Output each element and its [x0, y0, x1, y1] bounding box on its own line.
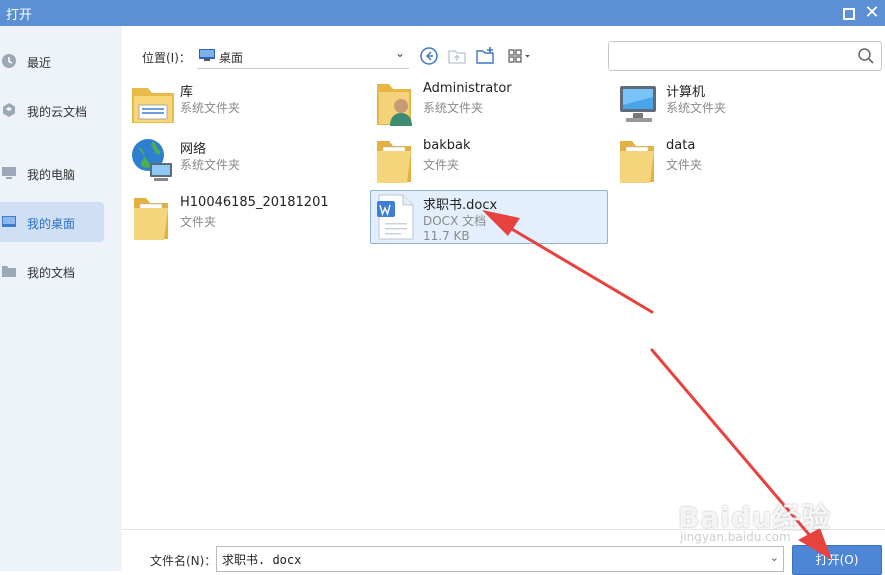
up-folder-icon[interactable]	[446, 45, 468, 67]
file-type: 文件夹	[423, 158, 460, 172]
file-item-administrator[interactable]: Administrator 系统文件夹	[371, 78, 609, 130]
file-name: 求职书.docx	[423, 198, 498, 213]
file-item-computer[interactable]: 计算机 系统文件夹	[614, 78, 852, 130]
file-item-data[interactable]: data 文件夹	[614, 135, 852, 187]
search-icon[interactable]	[857, 47, 875, 65]
back-icon[interactable]	[418, 45, 440, 67]
folder-icon	[2, 266, 16, 277]
file-item-bakbak[interactable]: bakbak 文件夹	[371, 135, 609, 187]
file-type: 文件夹	[666, 158, 703, 172]
file-type: DOCX 文档	[423, 214, 487, 228]
file-item-network[interactable]: 网络 系统文件夹	[128, 135, 366, 187]
cloud-doc-icon	[3, 103, 15, 117]
file-size: 11.7 KB	[423, 229, 470, 243]
clock-icon	[2, 54, 16, 68]
sidebar-item-label: 我的桌面	[27, 217, 76, 231]
user-folder-icon	[377, 84, 412, 126]
file-item-library[interactable]: 库 系统文件夹	[128, 78, 366, 130]
sidebar-item-label: 我的云文档	[27, 105, 88, 119]
sidebar-item-label: 我的文档	[27, 266, 76, 280]
file-browser: 位置(I)： 桌面 ⌄ 库 系统文件夹 Administrator 系统文件夹 …	[122, 26, 885, 575]
new-folder-icon[interactable]	[474, 45, 496, 67]
sidebar-item-my-computer[interactable]: 我的电脑	[0, 153, 104, 193]
watermark-url: jingyan.baidu.com	[680, 530, 791, 544]
title-bar: 打开 ✕	[0, 0, 885, 26]
watermark: Baidu经验 jingyan.baidu.com	[678, 496, 831, 544]
file-type: 文件夹	[180, 215, 217, 229]
file-name: Administrator	[423, 81, 512, 96]
view-mode-icon[interactable]	[506, 45, 534, 67]
desktop-icon	[2, 216, 16, 227]
maximize-button[interactable]	[838, 3, 858, 23]
sidebar-item-label: 最近	[27, 56, 52, 70]
location-value: 桌面	[219, 51, 244, 65]
file-type: 系统文件夹	[180, 101, 241, 115]
folder-icon	[134, 198, 168, 240]
folder-icon	[377, 141, 411, 183]
file-type: 系统文件夹	[423, 101, 484, 115]
folder-icon	[620, 141, 654, 183]
file-item-resume-docx[interactable]: 求职书.docx DOCX 文档 11.7 KB	[370, 190, 608, 244]
sidebar-item-label: 我的电脑	[27, 168, 76, 182]
search-field[interactable]	[608, 41, 882, 71]
chevron-down-icon: ⌄	[394, 46, 405, 60]
sidebar-item-cloud-docs[interactable]: 我的云文档	[0, 90, 104, 130]
filename-field[interactable]: ⌄	[216, 546, 784, 572]
chevron-down-icon[interactable]: ⌄	[770, 551, 779, 564]
file-type: 系统文件夹	[180, 158, 241, 172]
location-dropdown[interactable]: 桌面 ⌄	[197, 42, 409, 69]
computer-icon	[2, 167, 16, 179]
close-button[interactable]: ✕	[862, 3, 882, 23]
search-input[interactable]	[615, 46, 849, 66]
filename-input[interactable]	[220, 550, 764, 569]
file-name: H10046185_20181201	[180, 195, 329, 210]
filename-label: 文件名(N)：	[150, 554, 217, 568]
sidebar-item-recent[interactable]: 最近	[0, 41, 104, 81]
window-title: 打开	[6, 8, 33, 23]
library-folder-icon	[132, 88, 174, 123]
sidebar-item-desktop[interactable]: 我的桌面	[0, 202, 104, 242]
sidebar-item-my-documents[interactable]: 我的文档	[0, 251, 104, 291]
location-label: 位置(I)：	[142, 51, 191, 65]
file-name: 网络	[180, 142, 207, 157]
file-item-h10046185[interactable]: H10046185_20181201 文件夹	[128, 192, 366, 244]
file-type: 系统文件夹	[666, 101, 727, 115]
file-name: 计算机	[666, 85, 706, 100]
file-name: bakbak	[423, 138, 471, 153]
sidebar: 最近 我的云文档 我的电脑 我的桌面 我的文档	[0, 26, 122, 571]
computer-icon	[620, 86, 656, 122]
desktop-icon	[199, 49, 215, 61]
file-name: data	[666, 138, 696, 153]
wps-doc-icon	[377, 194, 414, 240]
file-name: 库	[180, 85, 194, 100]
network-globe-icon	[132, 139, 172, 181]
